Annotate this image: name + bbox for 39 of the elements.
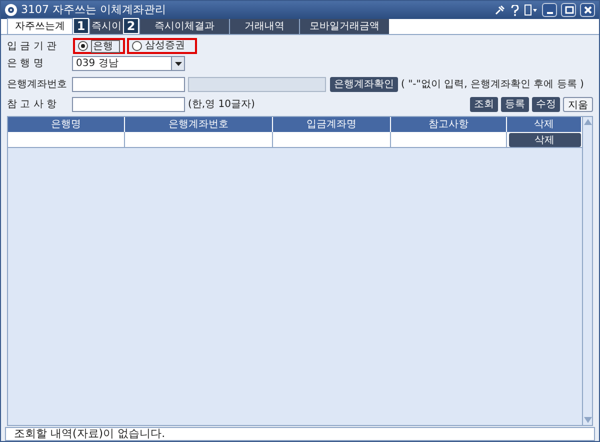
tab[interactable]: 즉시이체결과 [139, 19, 229, 34]
menu-icon[interactable] [524, 4, 538, 16]
action-button[interactable]: 수정 [532, 96, 560, 112]
action-button[interactable]: 지움 [563, 96, 593, 112]
action-button[interactable]: 등록 [501, 96, 529, 112]
dropdown-arrow-icon[interactable] [174, 62, 182, 66]
maximize-button[interactable] [561, 3, 576, 17]
radio-button[interactable] [132, 41, 142, 51]
bank-select[interactable]: 039 경남 [72, 56, 185, 71]
tab[interactable]: 모바일거래금액 [299, 19, 389, 34]
help-icon[interactable] [510, 4, 520, 16]
radio-button[interactable] [78, 41, 88, 51]
memo-field[interactable] [72, 96, 185, 112]
minimize-icon [546, 12, 552, 14]
delete-button[interactable]: 삭제 [508, 132, 581, 146]
field-label: 은행계좌번호 [7, 78, 68, 92]
verify-account-button[interactable]: 은행계좌확인 [330, 76, 398, 92]
action-button[interactable]: 조회 [470, 96, 498, 112]
close-icon [582, 4, 594, 16]
pin-icon[interactable] [494, 4, 506, 16]
minimize-button[interactable] [542, 3, 557, 17]
radio-option[interactable]: 삼성증권 [127, 38, 197, 54]
step-number-badge: 2 [123, 18, 139, 34]
field-label: 은 행 명 [7, 57, 44, 71]
tab[interactable]: 자주쓰는계 [7, 18, 73, 34]
radio-option[interactable]: 은행 [73, 38, 125, 54]
window-title: 3107 자주쓰는 이체계좌관리 [21, 2, 166, 18]
maximize-icon [562, 4, 574, 16]
length-hint: (한,영 10글자) [188, 98, 255, 112]
tab[interactable]: 거래내역 [229, 19, 299, 34]
input-hint: ( "-"없이 입력, 은행계좌확인 후에 등록 ) [401, 78, 584, 92]
field-label: 입 금 기 관 [7, 40, 58, 54]
tab[interactable]: 즉시이 [89, 19, 123, 34]
close-button[interactable] [580, 3, 595, 17]
step-number-badge: 1 [73, 18, 89, 34]
account-number-field[interactable] [72, 76, 185, 92]
app-logo-icon [5, 4, 17, 16]
field-label: 참 고 사 항 [7, 98, 58, 112]
status-message: 조회할 내역(자료)이 없습니다. [14, 426, 166, 441]
